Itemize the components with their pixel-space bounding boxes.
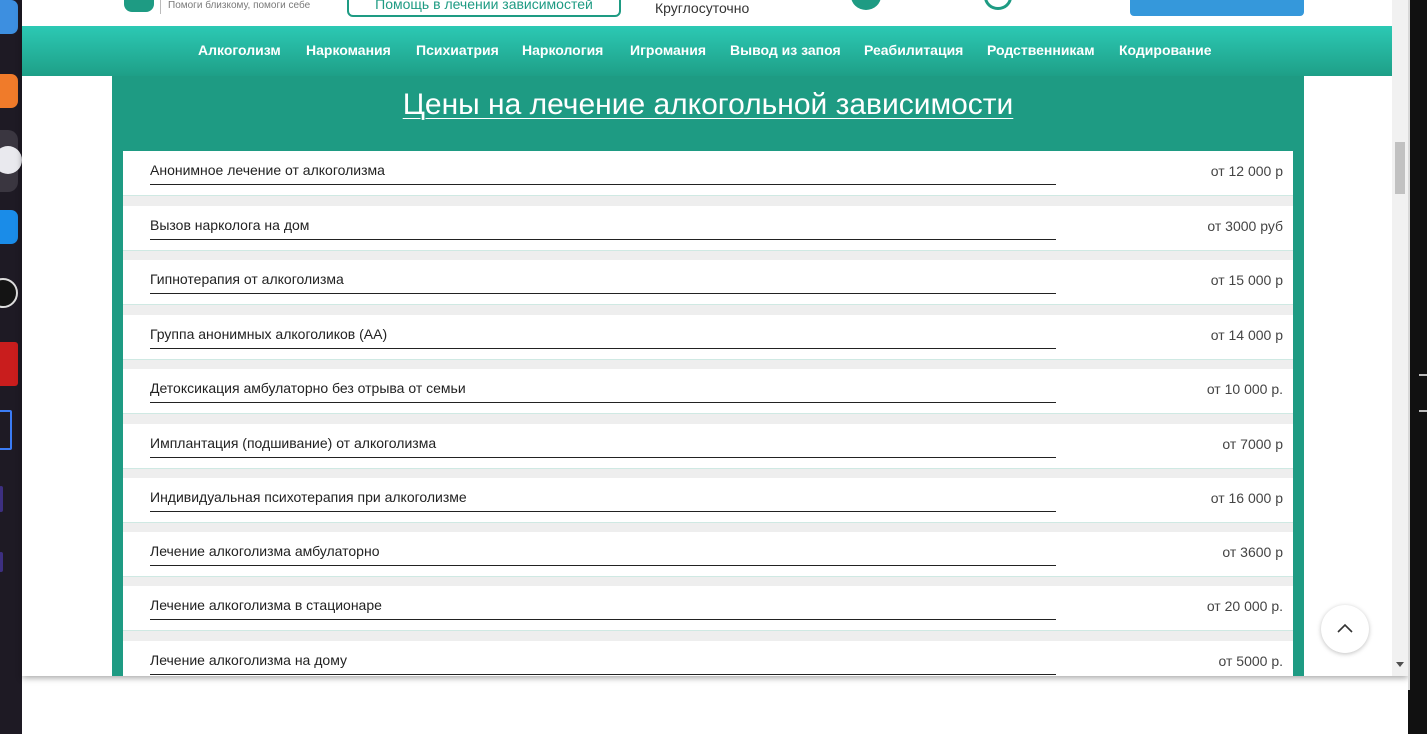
help-treatment-button[interactable]: Помощь в лечении зависимостей <box>347 0 621 17</box>
price-row: Имплантация (подшивание) от алкоголизма … <box>123 424 1293 469</box>
dock-app-icon[interactable] <box>0 278 18 308</box>
telegram-icon[interactable] <box>851 0 881 10</box>
callback-button[interactable] <box>1130 0 1304 16</box>
dock-app-icon[interactable] <box>0 74 18 108</box>
service-price: от 16 000 р <box>1210 490 1283 506</box>
price-row: Группа анонимных алкоголиков (АА) от 14 … <box>123 315 1293 360</box>
price-row: Анонимное лечение от алкоголизма от 12 0… <box>123 151 1293 196</box>
logo-icon[interactable] <box>124 0 154 12</box>
nav-item-relatives[interactable]: Родственникам <box>987 42 1095 58</box>
chevron-up-icon <box>1337 623 1353 633</box>
nav-item-rehabilitation[interactable]: Реабилитация <box>864 42 963 58</box>
main-nav: Алкоголизм Наркомания Психиатрия Нарколо… <box>22 26 1392 76</box>
service-name-link[interactable]: Лечение алкоголизма на дому <box>150 652 1056 675</box>
service-name-link[interactable]: Лечение алкоголизма амбулаторно <box>150 543 1056 566</box>
service-price: от 15 000 р <box>1210 272 1283 288</box>
service-price: от 20 000 р. <box>1206 598 1283 614</box>
service-name-link[interactable]: Детоксикация амбулаторно без отрыва от с… <box>150 380 1056 403</box>
price-row: Вызов нарколога на дом от 3000 руб <box>123 206 1293 251</box>
browser-window: Помоги близкому, помоги себе Помощь в ле… <box>22 0 1408 676</box>
nav-item-narcology[interactable]: Наркология <box>522 42 603 58</box>
service-name-link[interactable]: Вызов нарколога на дом <box>150 217 1056 240</box>
nav-item-gambling[interactable]: Игромания <box>630 42 706 58</box>
dock-app-icon[interactable] <box>0 210 18 244</box>
dock-app-icon[interactable] <box>0 130 22 192</box>
service-name-link[interactable]: Группа анонимных алкоголиков (АА) <box>150 326 1056 349</box>
os-dock <box>0 0 22 734</box>
site-tagline: Помоги близкому, помоги себе <box>168 0 311 11</box>
price-row: Лечение алкоголизма в стационаре от 20 0… <box>123 586 1293 631</box>
service-price: от 3000 руб <box>1207 218 1283 234</box>
price-row: Лечение алкоголизма на дому от 5000 р. <box>123 641 1293 676</box>
price-list: Анонимное лечение от алкоголизма от 12 0… <box>123 151 1293 676</box>
price-row: Лечение алкоголизма амбулаторно от 3600 … <box>123 532 1293 577</box>
dock-app-icon[interactable] <box>0 342 18 386</box>
dock-app-icon[interactable] <box>0 486 3 512</box>
page-scrollbar[interactable] <box>1392 0 1408 676</box>
logo-divider <box>160 0 161 14</box>
whatsapp-icon[interactable] <box>984 0 1012 10</box>
desktop-mark <box>1419 374 1427 376</box>
dock-app-icon[interactable] <box>0 0 18 34</box>
prices-title-text[interactable]: Цены на лечение алкогольной зависимости <box>403 88 1014 121</box>
service-price: от 5000 р. <box>1218 653 1284 669</box>
service-price: от 10 000 р. <box>1206 381 1283 397</box>
service-name-link[interactable]: Лечение алкоголизма в стационаре <box>150 597 1056 620</box>
nav-item-coding[interactable]: Кодирование <box>1119 42 1212 58</box>
scroll-to-top-button[interactable] <box>1321 605 1369 653</box>
working-hours: Круглосуточно <box>655 0 750 16</box>
scrollbar-thumb[interactable] <box>1395 142 1405 194</box>
nav-item-psychiatry[interactable]: Психиатрия <box>416 42 499 58</box>
price-row: Гипнотерапия от алкоголизма от 15 000 р <box>123 260 1293 305</box>
desktop-edge <box>1408 0 1427 734</box>
price-row: Индивидуальная психотерапия при алкоголи… <box>123 478 1293 523</box>
nav-item-drug-addiction[interactable]: Наркомания <box>306 42 391 58</box>
service-name-link[interactable]: Анонимное лечение от алкоголизма <box>150 162 1056 185</box>
service-price: от 3600 р <box>1222 544 1283 560</box>
dock-app-icon[interactable] <box>0 552 3 572</box>
desktop-mark <box>1419 410 1427 412</box>
service-name-link[interactable]: Индивидуальная психотерапия при алкоголи… <box>150 489 1056 512</box>
window-edge <box>1408 0 1410 690</box>
price-row: Детоксикация амбулаторно без отрыва от с… <box>123 369 1293 414</box>
service-name-link[interactable]: Имплантация (подшивание) от алкоголизма <box>150 435 1056 458</box>
dock-app-icon[interactable] <box>0 410 12 450</box>
service-name-link[interactable]: Гипнотерапия от алкоголизма <box>150 271 1056 294</box>
nav-item-withdrawal[interactable]: Вывод из запоя <box>730 42 841 58</box>
service-price: от 12 000 р <box>1210 163 1283 179</box>
nav-item-alcoholism[interactable]: Алкоголизм <box>198 42 281 58</box>
service-price: от 14 000 р <box>1210 327 1283 343</box>
site-header: Помоги близкому, помоги себе Помощь в ле… <box>22 0 1392 26</box>
prices-title: Цены на лечение алкогольной зависимости <box>112 88 1304 122</box>
service-price: от 7000 р <box>1222 436 1283 452</box>
scroll-down-arrow-icon[interactable] <box>1396 662 1404 667</box>
